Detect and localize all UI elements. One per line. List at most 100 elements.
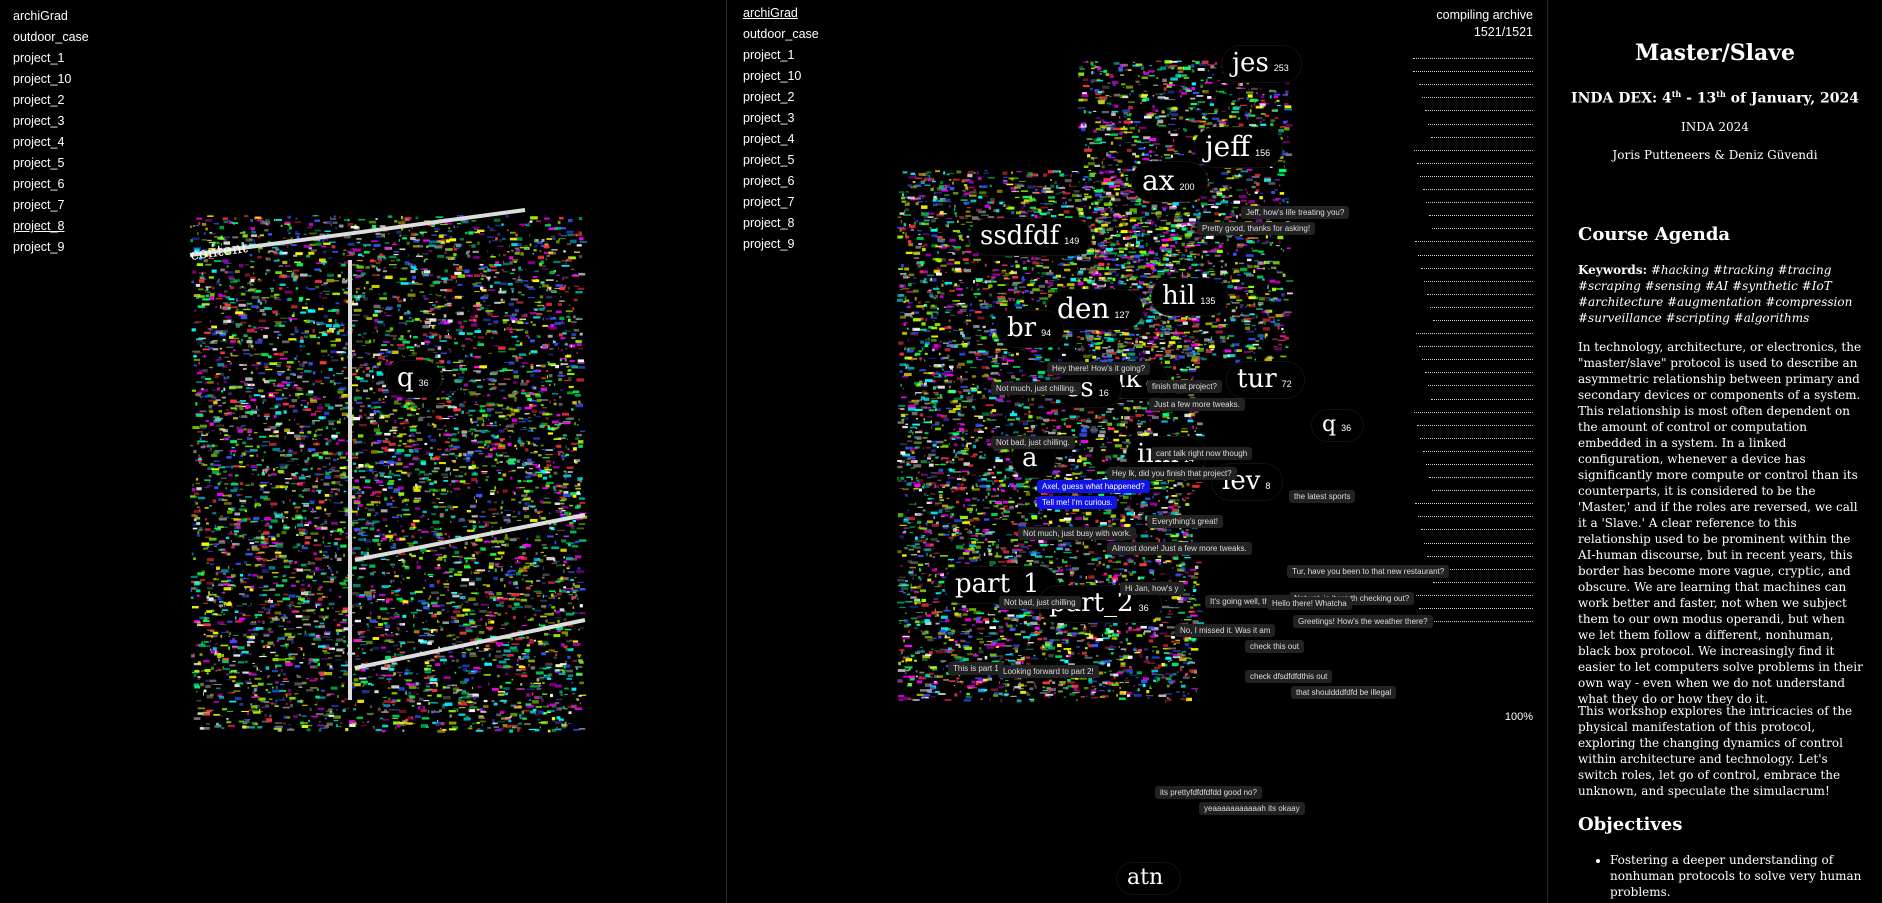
chat-message: Just a few more tweaks. [1149,398,1245,411]
node-label: tur [1237,364,1277,394]
progress-line [1427,282,1533,295]
compile-status: compiling archive 1521/1521 [1436,7,1533,41]
middle-nav-item[interactable]: project_9 [743,234,819,255]
progress-line [1418,504,1533,518]
progress-line [1417,413,1533,426]
progress-line [1418,242,1533,256]
compile-label: compiling archive [1436,8,1533,22]
node-bubble-br[interactable]: br 94 [997,311,1064,347]
progress-line [1424,269,1533,282]
chat-message: Hey lk, did you finish that project? [1107,467,1237,480]
node-bubble-jes[interactable]: jes 253 [1222,46,1301,82]
course-dates: INDA DEX: 4th - 13th of January, 2024 [1571,89,1859,107]
middle-nav-item[interactable]: project_1 [743,45,819,66]
progress-line [1426,190,1533,204]
chat-message: the latest sports [1289,490,1356,503]
node-count: 127 [1114,310,1130,320]
progress-line [1432,216,1533,230]
chat-message: Not much, just busy with work. [1018,527,1137,540]
chat-message: finish that project? [1147,380,1222,393]
keywords: Keywords: #hacking #tracking #tracing #s… [1578,263,1853,325]
course-title: Master/Slave [1634,40,1796,66]
progress-line [1425,98,1533,112]
middle-nav-item[interactable]: project_8 [743,213,819,234]
pointcloud-viewer-left[interactable] [0,0,726,903]
middle-nav-item[interactable]: project_4 [743,129,819,150]
progress-line [1416,583,1533,596]
chat-message: Not bad, just chilling. [991,436,1075,449]
progress-line [1417,151,1533,164]
progress-line [1425,360,1533,374]
progress-line [1429,465,1533,479]
node-count: 72 [1281,379,1292,389]
chat-message: Jeff, how's life treating you? [1241,206,1350,219]
middle-viewer-panel[interactable]: archiGrad outdoor_case project_1 project_10… [727,0,1547,903]
objectives-list: Fostering a deeper understanding of nonh… [1572,852,1872,900]
chat-message: Not much, just chilling. [991,382,1082,395]
chat-message: cant talk right now though [1151,447,1253,460]
node-count: 16 [1098,388,1109,398]
chat-message: Not bad, just chilling [999,596,1081,609]
progress-line [1428,373,1533,387]
chat-message: Pretty good, thanks for asking! [1197,222,1316,235]
node-bubble-q[interactable]: q 36 [387,361,441,397]
chat-message: Tell me! I'm curious. [1037,496,1118,509]
chat-message: Almost done! Just a few more tweaks. [1107,542,1252,555]
middle-nav-item[interactable]: project_3 [743,108,819,129]
progress-line [1432,478,1533,492]
progress-line [1416,321,1533,335]
node-label: br [1007,313,1037,343]
node-label: den [1057,292,1110,325]
node-bubble-atn[interactable]: atn [1117,863,1181,894]
progress-line [1429,203,1533,217]
progress-line [1424,530,1533,544]
chat-message: Greetings! How's the weather there? [1293,615,1433,628]
project-nav-middle: archiGrad outdoor_case project_1 project_10… [743,3,819,255]
middle-nav-item[interactable]: archiGrad [743,3,819,24]
node-bubble-ax[interactable]: ax 200 [1132,162,1207,201]
node-count: 156 [1255,148,1271,158]
node-bubble-tur[interactable]: tur 72 [1227,362,1304,398]
progress-line [1423,439,1533,452]
chat-message: that shouldddfdfd be illegal [1291,686,1397,699]
chat-message: Hey there! How's it going? [1047,362,1151,375]
progress-line [1433,308,1533,321]
chat-message: check dfsdfdfdthis out [1245,670,1333,683]
middle-nav-item[interactable]: project_5 [743,150,819,171]
node-bubble-q[interactable]: q 36 [1312,410,1364,441]
progress-line [1421,517,1533,531]
chat-message: Tur, have you been to that new restauran… [1287,565,1450,578]
progress-line [1413,46,1533,60]
node-count: 36 [1138,603,1149,613]
chat-message: Hi Jan, how's y [1120,582,1184,595]
node-bubble-hil[interactable]: hil 135 [1152,279,1228,315]
chat-message: No, I missed it. Was it am [1175,624,1276,637]
objectives-list-wrap: Fostering a deeper understanding of nonh… [1572,852,1872,900]
node-label: jes [1232,48,1269,78]
middle-nav-item[interactable]: project_6 [743,171,819,192]
node-label: q [397,363,414,393]
objective-item: Fostering a deeper understanding of nonh… [1610,852,1872,900]
progress-line [1422,609,1533,623]
node-count: 135 [1200,296,1216,306]
node-label: q [1322,412,1337,437]
compile-percent: 100% [1504,711,1533,723]
node-count: 253 [1273,63,1289,73]
node-count: 36 [418,378,429,388]
progress-line [1431,125,1533,138]
left-viewer-panel[interactable]: archiGrad outdoor_case project_1 project_10… [0,0,726,903]
progress-line [1423,177,1533,191]
node-count: 36 [1341,423,1352,433]
middle-nav-item[interactable]: project_7 [743,192,819,213]
node-label: ssdfdf [980,221,1060,251]
middle-nav-item[interactable]: project_2 [743,87,819,108]
middle-nav-item[interactable]: project_10 [743,66,819,87]
node-count: 94 [1041,328,1052,338]
node-bubble-ssdfdf[interactable]: ssdfdf 149 [970,219,1092,255]
progress-line [1415,491,1533,505]
pointcloud-strokes [190,215,588,733]
node-bubble-jeff[interactable]: jeff 156 [1195,128,1283,167]
node-label: ax [1142,164,1175,197]
middle-nav-item[interactable]: outdoor_case [743,24,819,45]
course-info-panel: Master/Slave INDA DEX: 4th - 13th of Jan… [1548,0,1882,903]
